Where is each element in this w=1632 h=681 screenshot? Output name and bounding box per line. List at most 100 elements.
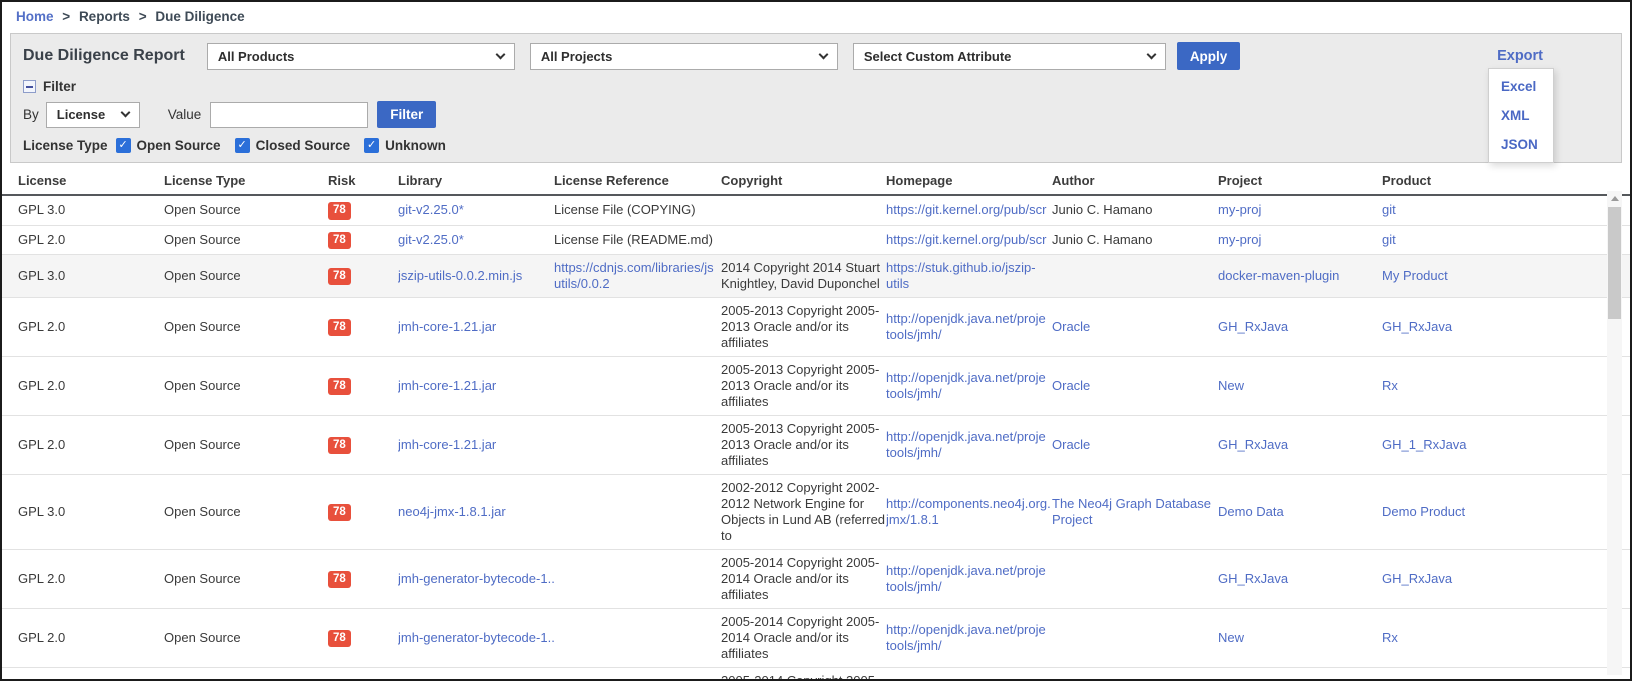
project-link[interactable]: GH_RxJava [1218, 571, 1288, 586]
column-header-homepage[interactable]: Homepage [886, 166, 1052, 195]
cell-homepage: http://openjdk.java.net/proje tools/jmh/ [886, 609, 1052, 668]
checkbox-checked-icon[interactable]: ✓ [116, 138, 131, 153]
table-row: GPL 3.0Open Source78jszip-utils-0.0.2.mi… [2, 255, 1630, 298]
column-header-risk[interactable]: Risk [328, 166, 398, 195]
project-link[interactable]: my-proj [1218, 202, 1261, 217]
apply-button[interactable]: Apply [1177, 42, 1241, 70]
export-link[interactable]: Export [1497, 48, 1543, 64]
filter-button[interactable]: Filter [377, 101, 436, 128]
filter-by-dropdown[interactable]: License [46, 102, 140, 128]
risk-score-badge[interactable]: 78 [328, 202, 351, 220]
checkbox-label: Open Source [137, 138, 221, 153]
project-link[interactable]: New [1218, 378, 1244, 393]
product-link[interactable]: git [1382, 232, 1396, 247]
cell-license-ref [554, 609, 721, 668]
risk-score-badge[interactable]: 78 [328, 378, 351, 396]
product-link[interactable]: git [1382, 202, 1396, 217]
export-option-excel[interactable]: Excel [1489, 72, 1553, 101]
export-option-json[interactable]: JSON [1489, 130, 1553, 159]
product-link[interactable]: GH_1_RxJava [1382, 437, 1467, 452]
homepage-link[interactable]: http://openjdk.java.net/proje tools/jmh/ [886, 563, 1046, 594]
library-link[interactable]: git-v2.25.0* [398, 202, 464, 217]
project-link[interactable]: GH_RxJava [1218, 319, 1288, 334]
homepage-link[interactable]: http://openjdk.java.net/proje tools/jmh/ [886, 622, 1046, 653]
custom-attribute-dropdown[interactable]: Select Custom Attribute [853, 43, 1166, 70]
export-option-xml[interactable]: XML [1489, 101, 1553, 130]
product-link[interactable]: Rx [1382, 630, 1398, 645]
column-header-product[interactable]: Product [1382, 166, 1630, 195]
cell-license-ref: License File (README.md) [554, 225, 721, 255]
cell-author: Oracle [1052, 298, 1218, 357]
license-type-checkbox-closed-source[interactable]: ✓ Closed Source [235, 138, 351, 153]
author-link[interactable]: Oracle [1052, 319, 1090, 334]
library-link[interactable]: jmh-generator-bytecode-1.... [398, 630, 554, 645]
risk-score-badge[interactable]: 78 [328, 571, 351, 589]
checkbox-checked-icon[interactable]: ✓ [364, 138, 379, 153]
library-link[interactable]: jmh-core-1.21.jar [398, 437, 496, 452]
cell-library: jmh-generator-bytecode-1.... [398, 609, 554, 668]
author-link[interactable]: The Neo4j Graph Database Project [1052, 496, 1211, 527]
column-header-license-type[interactable]: License Type [164, 166, 328, 195]
product-link[interactable]: GH_RxJava [1382, 319, 1452, 334]
product-link[interactable]: Demo Product [1382, 504, 1465, 519]
risk-score-badge[interactable]: 78 [328, 319, 351, 337]
library-link[interactable]: jmh-core-1.21.jar [398, 319, 496, 334]
column-header-copyright[interactable]: Copyright [721, 166, 886, 195]
homepage-link[interactable]: https://git.kernel.org/pub/scr [886, 202, 1046, 217]
collapse-minus-icon[interactable] [23, 80, 36, 93]
license-text: GPL 3.0 [18, 202, 65, 217]
risk-score-badge[interactable]: 78 [328, 504, 351, 522]
cell-risk: 78 [328, 416, 398, 475]
column-header-author[interactable]: Author [1052, 166, 1218, 195]
risk-score-badge[interactable]: 78 [328, 268, 351, 286]
checkbox-label: Closed Source [256, 138, 351, 153]
risk-score-badge[interactable]: 78 [328, 437, 351, 455]
cell-license-type: Open Source [164, 225, 328, 255]
library-link[interactable]: jmh-core-1.21.jar [398, 378, 496, 393]
projects-dropdown[interactable]: All Projects [530, 43, 838, 70]
report-filter-panel: Due Diligence Report All Products All Pr… [10, 33, 1622, 163]
column-header-library[interactable]: Library [398, 166, 554, 195]
scrollbar-up-arrow-icon[interactable] [1611, 196, 1619, 201]
library-link[interactable]: neo4j-jmx-1.8.1.jar [398, 504, 506, 519]
vertical-scrollbar[interactable] [1607, 191, 1622, 675]
filter-by-dropdown-value: License [57, 107, 105, 122]
project-link[interactable]: Demo Data [1218, 504, 1284, 519]
checkbox-checked-icon[interactable]: ✓ [235, 138, 250, 153]
license-ref-link[interactable]: https://cdnjs.com/libraries/js utils/0.0… [554, 260, 714, 291]
homepage-link[interactable]: http://components.neo4j.org. jmx/1.8.1 [886, 496, 1051, 527]
license-type-checkbox-unknown[interactable]: ✓Unknown [364, 138, 446, 153]
project-link[interactable]: my-proj [1218, 232, 1261, 247]
risk-score-badge[interactable]: 78 [328, 232, 351, 250]
homepage-link[interactable]: http://openjdk.java.net/proje tools/jmh/ [886, 370, 1046, 401]
library-link[interactable]: jmh-generator-bytecode-1.... [398, 571, 554, 586]
product-link[interactable]: GH_RxJava [1382, 571, 1452, 586]
project-link[interactable]: GH_RxJava [1218, 437, 1288, 452]
homepage-link[interactable]: https://git.kernel.org/pub/scr [886, 232, 1046, 247]
risk-score-badge[interactable]: 78 [328, 630, 351, 648]
cell-risk: 78 [328, 550, 398, 609]
product-link[interactable]: My Product [1382, 268, 1448, 283]
column-header-license-reference[interactable]: License Reference [554, 166, 721, 195]
column-header-project[interactable]: Project [1218, 166, 1382, 195]
product-link[interactable]: Rx [1382, 378, 1398, 393]
license-text: GPL 3.0 [18, 268, 65, 283]
filter-value-input[interactable] [210, 102, 368, 128]
project-link[interactable]: docker-maven-plugin [1218, 268, 1339, 283]
breadcrumb-home-link[interactable]: Home [16, 9, 54, 24]
products-dropdown[interactable]: All Products [207, 43, 515, 70]
scrollbar-thumb[interactable] [1608, 207, 1621, 319]
homepage-link[interactable]: https://stuk.github.io/jszip- utils [886, 260, 1036, 291]
license-type-checkbox-open-source[interactable]: ✓ Open Source [116, 138, 221, 153]
homepage-link[interactable]: http://openjdk.java.net/proje tools/jmh/ [886, 311, 1046, 342]
homepage-link[interactable]: http://openjdk.java.net/proje tools/jmh/ [886, 429, 1046, 460]
project-link[interactable]: New [1218, 630, 1244, 645]
cell-project: GH_RxJava [1218, 416, 1382, 475]
library-link[interactable]: git-v2.25.0* [398, 232, 464, 247]
value-label: Value [168, 107, 202, 122]
library-link[interactable]: jszip-utils-0.0.2.min.js [398, 268, 522, 283]
cell-author [1052, 668, 1218, 681]
column-header-license[interactable]: License [2, 166, 164, 195]
author-link[interactable]: Oracle [1052, 378, 1090, 393]
author-link[interactable]: Oracle [1052, 437, 1090, 452]
